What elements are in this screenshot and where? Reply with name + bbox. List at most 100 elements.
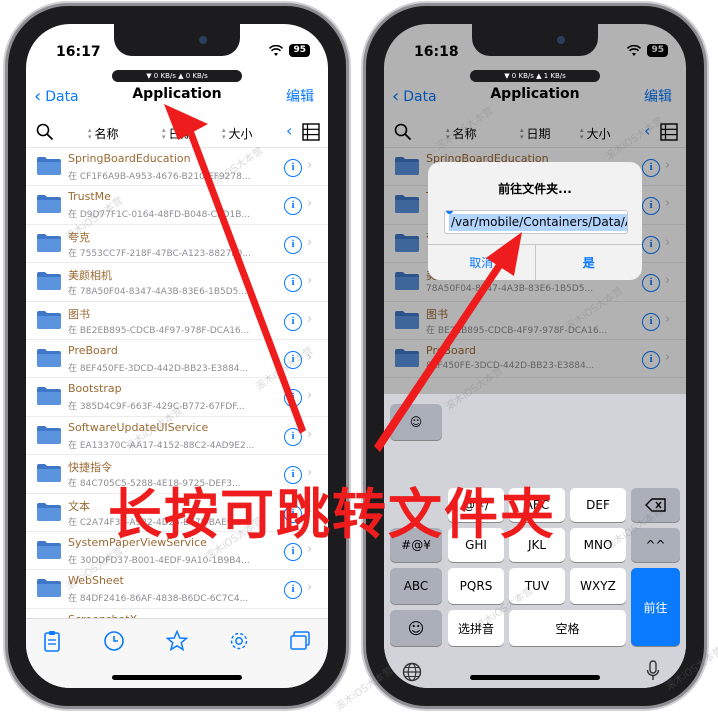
key-emoticon[interactable]: ^^ (631, 528, 680, 562)
key-6[interactable]: MNO (570, 528, 626, 562)
list-item[interactable]: PreBoard 在 8EF450FE-3DCD-442D-BB23-E3884.… (26, 340, 328, 379)
sort-size-label: 大小 (228, 127, 253, 141)
key-8[interactable]: TUV (509, 568, 565, 604)
file-name: 快捷指令 (68, 461, 112, 475)
info-icon[interactable]: i (284, 235, 302, 254)
home-indicator (470, 675, 600, 680)
confirm-button[interactable]: 是 (534, 245, 643, 280)
go-key[interactable]: 前往 (631, 568, 680, 646)
list-item[interactable]: 美颜相机在 78A50F04-8347-4A3B-83E6-1B5D5... i › (26, 263, 328, 302)
key-7[interactable]: PQRS (448, 568, 504, 604)
backspace-key[interactable] (631, 488, 680, 522)
file-name: 图书 (68, 307, 90, 321)
file-path: 在 7553CC7F-218F-47BC-A123-8827F0... (68, 248, 251, 259)
list-item[interactable]: 夸克在 7553CC7F-218F-47BC-A123-8827F0... i › (26, 225, 328, 264)
chevron-right-icon[interactable]: › (307, 273, 312, 288)
key-pinyin[interactable]: 选拼音 (448, 610, 504, 646)
back-button[interactable]: ‹ Data (34, 86, 79, 107)
file-path: 在 EA13370C-AA17-4152-88C2-4AD9E2... (68, 440, 255, 451)
folder-icon (37, 272, 61, 291)
key-symbols[interactable]: ☺︎ (390, 404, 442, 440)
screen-right: ▼ 0 KB/s ▲ 1 KB/s 16:18 95 ‹ Data Applica… (384, 24, 686, 688)
file-name: 文本 (68, 499, 90, 513)
go-to-folder-dialog: 前往文件夹... /var/mobile/Containers/Data/A 取… (428, 162, 642, 280)
key-9[interactable]: WXYZ (570, 568, 626, 604)
sort-by-size[interactable]: ▴ ▾ 大小 (222, 125, 253, 142)
list-item[interactable]: SoftwareUpdateUIService 在 EA13370C-AA17-4… (26, 417, 328, 456)
emoji-icon: ☺ (407, 618, 425, 638)
gear-icon[interactable] (227, 629, 251, 653)
microphone-icon[interactable] (646, 660, 660, 682)
info-icon[interactable]: i (284, 274, 302, 293)
file-path: 在 30DDFD37-B001-4EDF-9A10-1B9B4... (68, 555, 250, 566)
chevron-right-icon[interactable]: › (307, 427, 312, 442)
notch (114, 24, 240, 56)
file-path: 在 8EF450FE-3DCD-442D-BB23-E3884... (68, 363, 249, 374)
key-abc[interactable]: ABC (390, 568, 442, 604)
cancel-button[interactable]: 取消 (428, 245, 535, 280)
file-name: SoftwareUpdateUIService (68, 420, 209, 434)
clock-icon[interactable] (102, 629, 126, 653)
chevron-right-icon[interactable]: › (307, 158, 312, 173)
network-speed: ▼ 0 KB/s ▲ 1 KB/s (470, 70, 600, 82)
info-icon[interactable]: i (284, 427, 302, 446)
chevron-right-icon[interactable]: › (307, 580, 312, 595)
dialog-buttons: 取消 是 (428, 244, 642, 280)
network-speed: ▼ 0 KB/s ▲ 0 KB/s (112, 70, 242, 82)
chevron-right-icon[interactable]: › (307, 388, 312, 403)
folder-icon (37, 310, 61, 329)
key-3[interactable]: DEF (570, 488, 626, 522)
phone-left: ▼ 0 KB/s ▲ 0 KB/s 16:17 95 ‹ Data Applica… (8, 6, 346, 706)
file-name: PreBoard (68, 343, 118, 357)
file-path: 在 BE2EB895-CDCB-4F97-978F-DCA16... (68, 325, 250, 336)
list-item[interactable]: SpringBoardEducation 在 CF1F6A9B-A953-4676… (26, 148, 328, 187)
annotation-caption: 长按可跳转文件夹 (108, 483, 556, 546)
info-icon[interactable]: i (284, 389, 302, 408)
sort-by-date[interactable]: ▴ ▾ 日期 (162, 125, 193, 142)
home-indicator (112, 675, 242, 680)
chevron-right-icon[interactable]: › (307, 196, 312, 211)
info-icon[interactable]: i (284, 350, 302, 369)
list-item[interactable]: TrustMe 在 D9D77F1C-0164-48FD-B048-CED1B..… (26, 186, 328, 225)
folder-path-input[interactable]: /var/mobile/Containers/Data/A (444, 210, 628, 234)
list-item[interactable]: Bootstrap 在 385D4C9F-663F-429C-B772-67FDF… (26, 378, 328, 417)
info-icon[interactable]: i (284, 581, 302, 600)
windows-icon[interactable] (288, 629, 312, 653)
folder-icon (37, 579, 61, 598)
nav-bar: ‹ Data Application 编辑 (26, 80, 328, 112)
folder-icon (37, 464, 61, 483)
file-path: 在 CF1F6A9B-A953-4676-B210-EF9278... (68, 172, 251, 182)
back-label: Data (45, 88, 79, 105)
clipboard-icon[interactable] (40, 629, 64, 653)
list-view-icon[interactable] (302, 123, 320, 141)
info-icon[interactable]: i (284, 197, 302, 216)
status-icons: 95 (269, 44, 310, 57)
list-item[interactable]: 图书在 BE2EB895-CDCB-4F97-978F-DCA16... i › (26, 302, 328, 340)
sort-caret-icon: ▴ ▾ (88, 125, 92, 141)
status-time: 16:17 (56, 44, 101, 60)
space-key[interactable]: 空格 (509, 610, 626, 646)
file-name: Bootstrap (68, 382, 122, 396)
folder-path-value: /var/mobile/Containers/Data/A (449, 214, 627, 231)
edit-button[interactable]: 编辑 (286, 86, 314, 106)
chevron-right-icon[interactable]: › (307, 235, 312, 250)
sort-caret-icon: ▴ ▾ (162, 125, 166, 141)
file-name: 夸克 (68, 230, 90, 244)
list-item[interactable]: WebSheet 在 84DF2416-86AF-4838-B6DC-6C7C4.… (26, 570, 328, 609)
chevron-left-icon[interactable]: ‹ (286, 121, 292, 140)
chevron-right-icon[interactable]: › (307, 312, 312, 327)
info-icon[interactable]: i (284, 312, 302, 331)
chevron-right-icon[interactable]: › (307, 350, 312, 365)
dialog-title: 前往文件夹... (498, 182, 572, 196)
folder-icon (37, 425, 61, 444)
search-icon[interactable] (36, 123, 54, 141)
globe-icon[interactable] (402, 662, 422, 682)
star-icon[interactable] (165, 629, 189, 653)
file-name: 美颜相机 (68, 269, 112, 283)
info-icon[interactable]: i (284, 159, 302, 177)
file-name: SpringBoardEducation (68, 152, 191, 165)
file-list: SpringBoardEducation 在 CF1F6A9B-A953-4676… (26, 148, 328, 648)
sort-by-name[interactable]: ▴ ▾ 名称 (88, 125, 119, 142)
emoji-key[interactable]: ☺ (390, 610, 442, 646)
folder-icon (37, 387, 61, 406)
